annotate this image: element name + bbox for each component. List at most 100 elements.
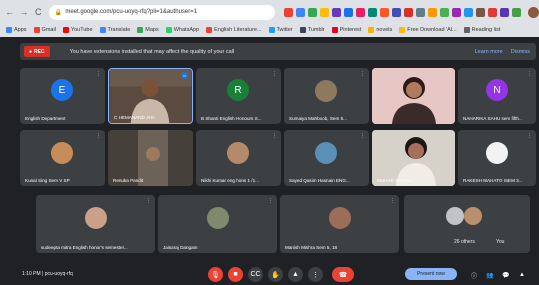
extension-icon[interactable] [295, 7, 305, 17]
people-icon[interactable]: 👥 [484, 269, 496, 281]
bookmark-label: Maps [145, 27, 159, 33]
extension-icon[interactable] [463, 7, 473, 17]
bookmark-item[interactable]: English Literature... [206, 27, 262, 33]
hand-icon: ✋ [271, 271, 280, 279]
participant-tile[interactable]: ⋮ Sayed Qasim Hasnain ENG... [284, 130, 369, 186]
reload-icon[interactable]: C [33, 6, 44, 18]
participant-name: MUHAR SENGU [377, 178, 412, 183]
bookmark-label: WhatsApp [173, 27, 200, 33]
participant-tile[interactable]: ⋮ sudeepta mitra English honor's semeste… [36, 195, 155, 253]
leave-call-button[interactable]: ☎ [332, 267, 354, 282]
more-options-icon[interactable]: ⋮ [146, 198, 151, 204]
bookmark-icon [33, 27, 40, 33]
participant-tile[interactable]: N ⋮ NAHARIKA SAHU sem fifth... [458, 68, 536, 124]
bookmark-item[interactable]: Maps [137, 27, 159, 33]
bookmark-icon [99, 27, 106, 33]
extension-icon[interactable] [355, 7, 365, 17]
bookmark-icon [368, 27, 375, 33]
bookmark-item[interactable]: Apps [6, 27, 27, 33]
back-icon[interactable]: ← [4, 6, 15, 18]
info-icon[interactable]: ⓘ [468, 269, 480, 281]
forward-icon[interactable]: → [18, 6, 29, 18]
extension-icon[interactable] [511, 7, 521, 17]
participant-tile[interactable]: ⋮ Sumaiya Mahboob, Sem 5... [284, 68, 369, 124]
more-options-icon[interactable]: ⋮ [96, 71, 101, 77]
dismiss-button[interactable]: Dismiss [511, 49, 530, 55]
bookmark-item[interactable]: Pinterest [331, 27, 361, 33]
extension-icon[interactable] [379, 7, 389, 17]
more-options-icon[interactable]: ⋮ [360, 71, 365, 77]
participant-name: RAKESH MAHATO ISEM 3... [463, 178, 523, 183]
camera-toggle-button[interactable]: ■ [228, 267, 243, 282]
extension-icon[interactable] [367, 7, 377, 17]
learn-more-link[interactable]: Learn more [475, 49, 503, 55]
participant-tile[interactable]: ⋮ Nikhi Kumar eng hons 1 /1... [196, 130, 281, 186]
extension-icon[interactable] [487, 7, 497, 17]
participant-name: Nikhi Kumar eng hons 1 /1... [201, 178, 259, 183]
participant-tile[interactable]: ⋮ Manish Mishra Sem 5, 18 [280, 195, 399, 253]
participant-tile[interactable]: •• C HEMANAND JHA [108, 68, 193, 124]
end-call-icon: ☎ [338, 271, 348, 279]
more-options-icon[interactable]: ⋮ [268, 198, 273, 204]
activities-icon[interactable]: ▲ [516, 269, 528, 281]
participant-tile[interactable]: ⋮ Jaisaraj Dangam [158, 195, 277, 253]
extension-icon[interactable] [331, 7, 341, 17]
more-options-icon[interactable]: ⋮ [390, 198, 395, 204]
more-options-icon[interactable]: ⋮ [527, 71, 532, 77]
extension-icon[interactable] [391, 7, 401, 17]
others-tile[interactable]: 26 others You [404, 195, 530, 253]
camera-off-icon: ■ [233, 271, 238, 278]
bookmark-item[interactable]: Tumblr [299, 27, 325, 33]
participant-photo [207, 207, 229, 229]
more-options-icon[interactable]: ⋮ [360, 133, 365, 139]
more-vert-icon: ⋮ [312, 271, 319, 279]
more-options-icon[interactable]: ⋮ [96, 133, 101, 139]
participant-avatar: N [486, 79, 508, 101]
bookmark-item[interactable]: YouTube [62, 27, 93, 33]
bookmark-item[interactable]: Free Download 'Al... [399, 27, 457, 33]
raise-hand-button[interactable]: ✋ [268, 267, 283, 282]
microphone-toggle-button[interactable]: 🎙 [208, 267, 223, 282]
participant-tile[interactable]: ⋮ Kunal Sing Sem V SP [20, 130, 105, 186]
participant-photo [85, 207, 107, 229]
profile-avatar[interactable] [527, 6, 539, 18]
extension-icon[interactable] [307, 7, 317, 17]
bookmark-item[interactable]: Reading list [463, 27, 500, 33]
participant-avatar: E [51, 79, 73, 101]
bookmark-item[interactable]: WhatsApp [165, 27, 200, 33]
extension-icon[interactable] [427, 7, 437, 17]
extension-icon[interactable] [415, 7, 425, 17]
more-options-icon[interactable]: ⋮ [272, 133, 277, 139]
extension-icon[interactable] [343, 7, 353, 17]
extension-icon[interactable] [451, 7, 461, 17]
present-icon: ▲ [292, 271, 299, 278]
extension-icon[interactable] [499, 7, 509, 17]
bookmark-item[interactable]: novels [368, 27, 392, 33]
participant-tile[interactable]: R ⋮ B Shanti English Honours S... [196, 68, 281, 124]
captions-button[interactable]: CC [248, 267, 263, 282]
participant-tile[interactable] [372, 68, 455, 124]
participant-tile[interactable]: Renuka Pandit [108, 130, 193, 186]
chat-icon[interactable]: 💬 [500, 269, 512, 281]
extension-icon[interactable] [439, 7, 449, 17]
extension-icon[interactable] [403, 7, 413, 17]
extension-icon[interactable] [475, 7, 485, 17]
participant-tile[interactable]: E ⋮ English Department [20, 68, 105, 124]
present-button[interactable]: ▲ [288, 267, 303, 282]
participant-tile[interactable]: ⋮ RAKESH MAHATO ISEM 3... [458, 130, 536, 186]
participant-name: Renuka Pandit [113, 178, 144, 183]
extension-icon[interactable] [319, 7, 329, 17]
participant-name: Kunal Sing Sem V SP [25, 178, 70, 183]
participant-name: Sumaiya Mahboob, Sem 5... [289, 116, 347, 121]
presenting-indicator[interactable]: Present now [405, 268, 457, 280]
more-options-icon[interactable]: ⋮ [272, 71, 277, 77]
participant-tile[interactable]: MUHAR SENGU [372, 130, 455, 186]
bookmark-item[interactable]: Gmail [33, 27, 56, 33]
bookmark-item[interactable]: Translate [99, 27, 130, 33]
participant-photo [329, 207, 351, 229]
extension-icon[interactable] [283, 7, 293, 17]
more-options-button[interactable]: ⋮ [308, 267, 323, 282]
bookmark-item[interactable]: Twitter [268, 27, 293, 33]
address-bar[interactable]: 🔒 meet.google.com/pcu-uoyq-rfq?pli=1&aut… [48, 4, 275, 20]
more-options-icon[interactable]: ⋮ [527, 133, 532, 139]
